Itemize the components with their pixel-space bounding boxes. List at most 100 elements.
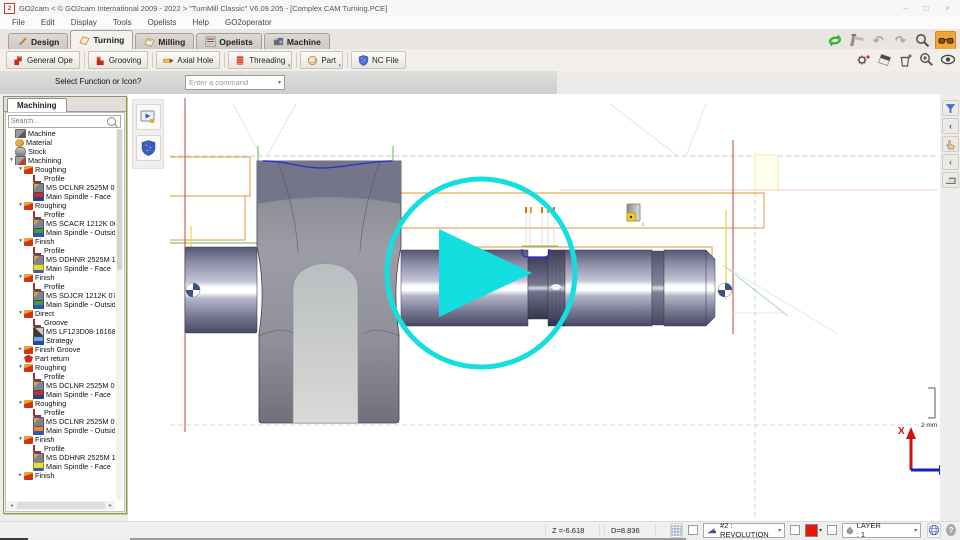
viewport[interactable]: c 2 mm X Z [128, 94, 940, 522]
maximize-button[interactable]: □ [924, 3, 929, 13]
simulation-tools-button[interactable] [854, 51, 873, 68]
tree-item[interactable]: Profile [7, 408, 115, 417]
tree-item[interactable]: Profile [7, 444, 115, 453]
grid-toggle-button[interactable] [670, 523, 683, 538]
nc-file-button[interactable]: NC File [351, 51, 406, 69]
pick-hand-button[interactable] [942, 136, 959, 152]
scroll-right-arrow-icon[interactable]: ▸ [106, 502, 115, 509]
tree-item[interactable]: Material [7, 138, 115, 147]
tree-item[interactable]: Main Spindle - Face [7, 264, 115, 273]
tree-item[interactable]: Profile [7, 174, 115, 183]
tree-item[interactable]: Main Spindle - Face [7, 390, 115, 399]
help-button[interactable]: ? [946, 524, 956, 536]
part-button[interactable]: Part ▾ [300, 51, 343, 69]
expander-open-icon[interactable]: ▾ [17, 400, 24, 407]
tab-milling[interactable]: Milling [135, 33, 194, 49]
menu-go2operator[interactable]: GO2operator [217, 18, 280, 27]
stock-view-button[interactable] [942, 172, 959, 188]
zoom-search-button[interactable] [913, 32, 932, 49]
current-color-swatch[interactable] [805, 524, 818, 537]
tree-item[interactable]: MS LF123D08-16168.T01 [7, 327, 115, 336]
tree-item[interactable]: Main Spindle - Outside [7, 228, 115, 237]
spindle-checkbox[interactable] [688, 525, 698, 535]
tab-design[interactable]: Design [8, 33, 68, 49]
menu-opelists[interactable]: Opelists [140, 18, 185, 27]
tree-item[interactable]: Main Spindle - Outside [7, 300, 115, 309]
tree-search-input[interactable] [11, 118, 107, 125]
tree-item[interactable]: MS DCLNR 2525M 09.T00 [7, 183, 115, 192]
tab-opelists[interactable]: Opelists [196, 33, 262, 49]
tree-item[interactable]: ▾Direct [7, 309, 115, 318]
visibility-button[interactable] [938, 51, 957, 68]
tree-item[interactable]: Profile [7, 210, 115, 219]
expander-open-icon[interactable]: ▾ [17, 364, 24, 371]
tree-item[interactable]: ▾Roughing [7, 363, 115, 372]
tree-item[interactable]: Main Spindle - Face [7, 192, 115, 201]
nc-shield-button[interactable] [136, 135, 161, 161]
redo-button[interactable]: ↷ [891, 32, 910, 49]
machine-simulation-button[interactable] [136, 104, 161, 130]
tree-item[interactable]: Main Spindle - Face [7, 462, 115, 471]
tree-item[interactable]: Stock [7, 147, 115, 156]
expander-closed-icon[interactable]: ▸ [17, 346, 24, 353]
tree-item[interactable]: ▸Finish Groove [7, 345, 115, 354]
tree-item[interactable]: Profile [7, 372, 115, 381]
expander-open-icon[interactable]: ▾ [17, 166, 24, 173]
tree-item[interactable]: MS SCACR 1212K 06-S.T [7, 219, 115, 228]
scrollbar-thumb[interactable] [17, 502, 105, 509]
erase-button[interactable] [875, 51, 894, 68]
undo-button[interactable]: ↶ [869, 32, 888, 49]
threading-button[interactable]: Threading ▾ [228, 51, 292, 69]
tree-item[interactable]: Profile [7, 246, 115, 255]
previous-view-button[interactable]: ‹ [942, 118, 959, 134]
tree-item[interactable]: ▾Finish [7, 273, 115, 282]
expander-closed-icon[interactable]: ▸ [17, 472, 24, 479]
expander-open-icon[interactable]: ▾ [17, 238, 24, 245]
tree-horizontal-scrollbar[interactable]: ◂ ▸ [7, 501, 115, 510]
menu-file[interactable]: File [4, 18, 33, 27]
scroll-left-arrow-icon[interactable]: ◂ [7, 502, 16, 509]
clean-trash-button[interactable] [896, 51, 915, 68]
tree-item[interactable]: ▾Roughing [7, 201, 115, 210]
step-back-button[interactable]: ‹ [942, 154, 959, 170]
expander-open-icon[interactable]: ▾ [17, 274, 24, 281]
zoom-extent-button[interactable] [917, 51, 936, 68]
tree-item[interactable]: ▾Machining [7, 156, 115, 165]
tree-vertical-scrollbar[interactable] [116, 129, 123, 500]
tree-item[interactable]: ▸Finish [7, 471, 115, 480]
color-dropdown-arrow[interactable]: ▾ [819, 527, 822, 534]
viewport-canvas[interactable]: c 2 mm X Z [128, 94, 940, 522]
menu-tools[interactable]: Tools [105, 18, 140, 27]
close-button[interactable]: × [945, 3, 950, 13]
layer-combobox[interactable]: LAYER : 1 ▾ [842, 523, 921, 538]
tree-item[interactable]: MS SDJCR 1212K 07-S.T0 [7, 291, 115, 300]
scrollbar-thumb[interactable] [117, 129, 122, 270]
command-combobox[interactable]: Enter a command ▾ [185, 75, 285, 90]
expander-open-icon[interactable]: ▾ [17, 310, 24, 317]
tree-item[interactable]: ▾Finish [7, 237, 115, 246]
tree-item[interactable]: Machine [7, 129, 115, 138]
tab-machine[interactable]: Machine [264, 33, 330, 49]
general-ope-button[interactable]: General Ope [6, 51, 80, 69]
tree-item[interactable]: Strategy [7, 336, 115, 345]
view-globe-button[interactable] [927, 523, 941, 538]
menu-display[interactable]: Display [63, 18, 105, 27]
tree-item[interactable]: MS DCLNR 2525M 09.T00 [7, 417, 115, 426]
spindle-combobox[interactable]: #2 : REVOLUTION ▾ [703, 523, 785, 538]
expander-open-icon[interactable]: ▾ [8, 157, 15, 164]
menu-help[interactable]: Help [185, 18, 217, 27]
tree-item[interactable]: ▾Roughing [7, 165, 115, 174]
filter-button[interactable] [942, 100, 959, 116]
grooving-button[interactable]: Grooving [88, 51, 148, 69]
tree-search-box[interactable] [8, 115, 121, 128]
minimize-button[interactable]: – [903, 3, 908, 13]
tab-turning[interactable]: Turning [70, 30, 133, 49]
sync-refresh-button[interactable] [825, 32, 844, 49]
expander-open-icon[interactable]: ▾ [17, 202, 24, 209]
tree-item[interactable]: Groove [7, 318, 115, 327]
color-checkbox[interactable] [790, 525, 800, 535]
menu-edit[interactable]: Edit [33, 18, 63, 27]
tree-item[interactable]: MS DDHNR 2525M 15.T00 [7, 255, 115, 264]
part-dropdown-arrow[interactable]: ▾ [338, 63, 341, 69]
tree-item[interactable]: Part return [7, 354, 115, 363]
